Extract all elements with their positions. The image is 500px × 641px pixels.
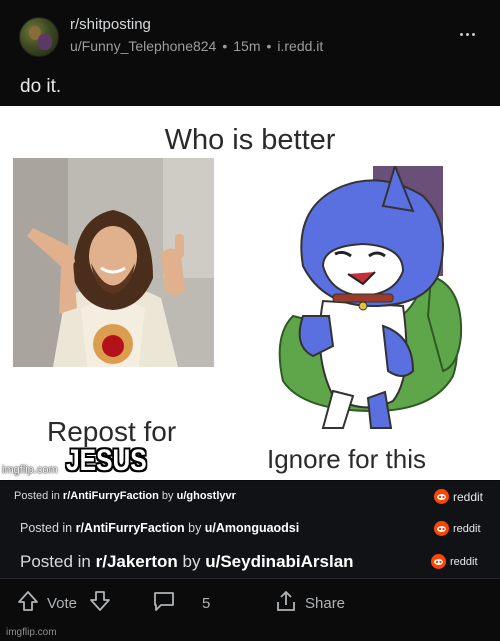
reddit-logo-icon: [434, 521, 449, 536]
post-domain[interactable]: i.redd.it: [277, 38, 323, 54]
repost-row[interactable]: Posted in r/AntiFurryFaction by u/Amongu…: [0, 512, 500, 545]
repost-subreddit: r/AntiFurryFaction: [62, 490, 159, 502]
downvote-icon[interactable]: [89, 590, 111, 617]
repost-text: Posted in r/Jakerton by u/SeydinabiArsla…: [20, 552, 354, 571]
reddit-badge: reddit: [431, 554, 478, 569]
share-button[interactable]: Share: [275, 590, 345, 616]
vote-control: Vote: [17, 590, 77, 616]
reddit-badge: reddit: [434, 489, 483, 504]
action-bar: Vote 5 Share: [0, 579, 500, 623]
repost-row[interactable]: Posted in r/AntiFurryFaction by u/ghostl…: [0, 481, 500, 513]
share-label: Share: [305, 594, 346, 612]
post-meta: u/Funny_Telephone824 • 15m • i.redd.it: [70, 38, 324, 54]
subreddit-name[interactable]: r/shitposting: [70, 16, 151, 33]
post-age: 15m: [233, 38, 261, 54]
footer-watermark: imgflip.com: [6, 627, 57, 638]
vote-label: Vote: [47, 594, 78, 612]
more-icon[interactable]: [455, 24, 479, 44]
comment-count: 5: [202, 594, 211, 612]
jesus-caption: JESUS: [66, 444, 147, 477]
share-icon: [275, 590, 297, 616]
repost-user: u/SeydinabiArslan: [205, 552, 354, 571]
reddit-logo-icon: [434, 489, 449, 504]
repost-subreddit: r/Jakerton: [95, 552, 178, 571]
comments-button[interactable]: 5: [152, 590, 210, 616]
reddit-logo-icon: [431, 554, 446, 569]
post-title[interactable]: do it.: [20, 76, 61, 98]
furry-drawing: [263, 162, 475, 436]
repost-user: u/ghostlyvr: [176, 490, 236, 502]
reddit-badge: reddit: [434, 521, 481, 536]
subreddit-avatar[interactable]: [19, 17, 59, 57]
post-header: r/shitposting u/Funny_Telephone824 • 15m • i…: [0, 0, 500, 105]
meme-image[interactable]: Who is better Repost for JESUS Ignore fo…: [0, 106, 500, 480]
author-link[interactable]: u/Funny_Telephone824: [70, 38, 216, 54]
meme-heading: Who is better: [164, 124, 336, 156]
comment-icon: [152, 590, 176, 616]
repost-text: Posted in r/AntiFurryFaction by u/Amongu…: [20, 521, 300, 535]
upvote-icon[interactable]: [17, 590, 39, 616]
repost-user: u/Amonguaodsi: [204, 521, 300, 535]
jesus-photo: [13, 158, 214, 367]
repost-row[interactable]: Posted in r/Jakerton by u/SeydinabiArsla…: [0, 544, 500, 579]
ignore-label: Ignore for this: [267, 444, 426, 474]
repost-text: Posted in r/AntiFurryFaction by u/ghostl…: [14, 490, 236, 502]
repost-subreddit: r/AntiFurryFaction: [75, 521, 185, 535]
meme-watermark: imgflip.com: [2, 464, 58, 476]
